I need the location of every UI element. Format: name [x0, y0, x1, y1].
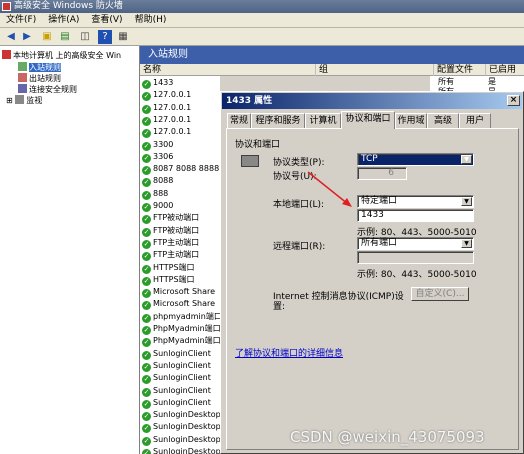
- annotation-arrow: [307, 171, 349, 205]
- annotation-overlay: [307, 171, 352, 207]
- tab-protocols-ports[interactable]: 协议和端口: [341, 111, 395, 129]
- watermark: CSDN @weixin_43075093: [290, 428, 485, 446]
- annotation-arrowhead: [342, 198, 352, 207]
